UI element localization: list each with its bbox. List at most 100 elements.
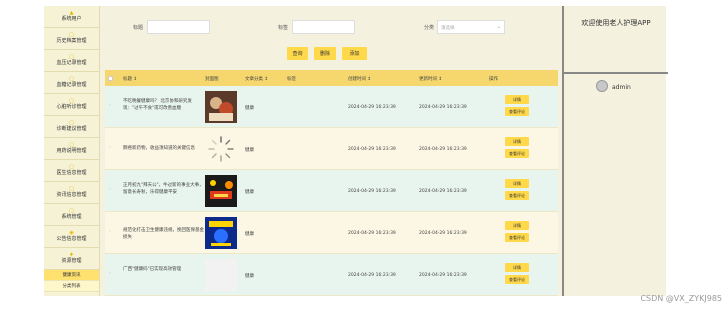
row-category: 健康	[245, 274, 254, 279]
row-created: 2024-04-29 16:23:39	[348, 105, 396, 110]
row-checkbox[interactable]: ›	[109, 229, 111, 234]
view-comments-button[interactable]: 查看评论	[505, 191, 529, 200]
delete-button[interactable]: 删除	[314, 47, 336, 60]
sidebar-item-blood-pressure[interactable]: ▢ 血压记录管理	[44, 50, 99, 72]
sidebar-item-heart-auscultation[interactable]: ▢ 心脏听诊管理	[44, 94, 99, 116]
sidebar-item-system[interactable]: ▢ 系统管理	[44, 204, 99, 226]
username: admin	[612, 84, 631, 91]
row-checkbox[interactable]: ›	[109, 187, 111, 192]
sidebar-item-label: 资源管理	[61, 258, 82, 264]
cover-thumbnail	[205, 175, 237, 207]
sidebar-subitem-health-news[interactable]: 健康资讯	[44, 270, 99, 281]
sidebar-subitem-label: 健康资讯	[62, 273, 81, 278]
sidebar-item-label: 医生信息管理	[56, 170, 87, 176]
tag-filter-input[interactable]	[292, 20, 355, 34]
row-created: 2024-04-29 16:23:39	[348, 147, 396, 152]
header-actions: 操作	[489, 77, 498, 82]
welcome-text: 欢迎使用老人护理APP	[581, 19, 651, 27]
loading-spinner-icon	[208, 136, 234, 162]
row-updated: 2024-04-29 16:23:39	[419, 147, 467, 152]
sidebar-item-diagnosis[interactable]: ▢ 诊断建议管理	[44, 116, 99, 138]
row-created: 2024-04-29 16:23:39	[348, 273, 396, 278]
view-comments-button[interactable]: 查看评论	[505, 149, 529, 158]
sidebar-item-news-info[interactable]: ▢ 资讯信息管理	[44, 182, 99, 204]
view-comments-button[interactable]: 查看评论	[505, 233, 529, 242]
row-title: 正月初九"拜天公"，牛过新的事业大事，留意长寿秋，乐得健康平安	[123, 183, 204, 195]
row-title: 不吃晚餐健康吗？ 北京协和研究发现："过午不食"或可改善血糖	[123, 99, 192, 111]
tag-filter-label: 标签	[278, 25, 289, 31]
row-title: 广西"健康码"已实现高效管理	[123, 267, 182, 272]
category-select[interactable]: 请选择 ⌄	[437, 20, 505, 34]
news-table: 标题 ↕ 封面图 文章分类 ↕ 标签 创建时间 ↕ 更新时间 ↕ 操作 › 不吃…	[105, 70, 558, 296]
row-title: 规范化打击卫生健康违规，挽回医保基金损失	[123, 228, 204, 240]
add-button[interactable]: 添加	[342, 47, 367, 60]
filter-bar: 标题 标签 分类 请选择 ⌄	[100, 20, 560, 34]
watermark: CSDN @VX_ZYKJ985	[640, 294, 722, 303]
sidebar-item-label: 诊断建议管理	[56, 126, 87, 132]
sidebar: ▲ 系统用户 ▢ 历史档案管理 ▢ 血压记录管理 ▢ 血糖记录管理 ▢ 心脏听诊管理 ▢ 诊…	[44, 6, 100, 296]
sidebar-item-history-records[interactable]: ▢ 历史档案管理	[44, 28, 99, 50]
row-updated: 2024-04-29 16:23:39	[419, 189, 467, 194]
table-row: › 不吃晚餐健康吗？ 北京协和研究发现："过午不食"或可改善血糖 健康 2024…	[105, 86, 558, 128]
row-category: 健康	[245, 232, 254, 237]
avatar[interactable]	[596, 80, 608, 92]
sidebar-item-resources[interactable]: ♦ 资源管理	[44, 248, 99, 270]
search-button[interactable]: 查询	[287, 47, 308, 60]
header-category[interactable]: 文章分类 ↕	[245, 76, 268, 82]
sidebar-item-label: 心脏听诊管理	[56, 104, 87, 110]
row-checkbox[interactable]: ›	[109, 103, 111, 108]
app-window: ▲ 系统用户 ▢ 历史档案管理 ▢ 血压记录管理 ▢ 血糖记录管理 ▢ 心脏听诊管理 ▢ 诊…	[44, 6, 668, 296]
sidebar-item-label: 历史档案管理	[56, 38, 87, 44]
row-title: 肺癌新药物，收益须知道的关键信息	[123, 146, 195, 151]
sidebar-item-label: 系统用户	[61, 16, 82, 22]
sidebar-subitem-category-list[interactable]: 分类列表	[44, 281, 99, 292]
row-category: 健康	[245, 190, 254, 195]
header-created[interactable]: 创建时间 ↕	[348, 76, 371, 82]
sidebar-item-label: 系统管理	[61, 214, 82, 220]
cover-thumbnail	[205, 259, 237, 291]
detail-button[interactable]: 详情	[505, 263, 529, 272]
row-updated: 2024-04-29 16:23:39	[419, 273, 467, 278]
select-all-checkbox[interactable]	[108, 75, 113, 81]
sidebar-item-doctors[interactable]: ▢ 医生信息管理	[44, 160, 99, 182]
detail-button[interactable]: 详情	[505, 221, 529, 230]
table-header: 标题 ↕ 封面图 文章分类 ↕ 标签 创建时间 ↕ 更新时间 ↕ 操作	[105, 70, 558, 86]
table-row: › 广西"健康码"已实现高效管理 健康 2024-04-29 16:23:39 …	[105, 254, 558, 296]
sidebar-item-label: 血压记录管理	[56, 60, 87, 66]
sidebar-item-system-users[interactable]: ▲ 系统用户	[44, 6, 99, 28]
sidebar-item-announcements[interactable]: ◉ 公告信息管理	[44, 226, 99, 248]
sidebar-item-medication[interactable]: ▢ 用药说明管理	[44, 138, 99, 160]
chevron-down-icon: ⌄	[496, 24, 501, 30]
header-updated[interactable]: 更新时间 ↕	[419, 76, 442, 82]
table-row: › 肺癌新药物，收益须知道的关键信息 健康 2024-04-29 16:23:3…	[105, 128, 558, 170]
row-created: 2024-04-29 16:23:39	[348, 189, 396, 194]
category-filter-label: 分类	[424, 25, 435, 31]
detail-button[interactable]: 详情	[505, 95, 529, 104]
sidebar-item-label: 用药说明管理	[56, 148, 87, 154]
row-updated: 2024-04-29 16:23:39	[419, 105, 467, 110]
row-checkbox[interactable]: ›	[109, 271, 111, 276]
row-created: 2024-04-29 16:23:39	[348, 231, 396, 236]
sidebar-subitem-label: 分类列表	[62, 284, 81, 289]
cover-thumbnail	[205, 217, 237, 249]
view-comments-button[interactable]: 查看评论	[505, 275, 529, 284]
sidebar-item-label: 公告信息管理	[56, 236, 87, 242]
row-category: 健康	[245, 148, 254, 153]
row-updated: 2024-04-29 16:23:39	[419, 231, 467, 236]
view-comments-button[interactable]: 查看评论	[505, 107, 529, 116]
detail-button[interactable]: 详情	[505, 179, 529, 188]
category-select-placeholder: 请选择	[441, 26, 455, 31]
table-row: › 规范化打击卫生健康违规，挽回医保基金损失 健康 2024-04-29 16:…	[105, 212, 558, 254]
divider	[564, 72, 668, 74]
title-filter-label: 标题	[133, 25, 144, 31]
right-panel: 欢迎使用老人护理APP admin	[562, 6, 668, 296]
sidebar-item-blood-sugar[interactable]: ▢ 血糖记录管理	[44, 72, 99, 94]
title-filter-input[interactable]	[147, 20, 210, 34]
header-title[interactable]: 标题 ↕	[123, 76, 137, 82]
sidebar-item-label: 血糖记录管理	[56, 82, 87, 88]
detail-button[interactable]: 详情	[505, 137, 529, 146]
header-tags: 标签	[287, 77, 296, 82]
header-cover: 封面图	[205, 77, 219, 82]
row-category: 健康	[245, 106, 254, 111]
row-checkbox[interactable]: ›	[109, 145, 111, 150]
